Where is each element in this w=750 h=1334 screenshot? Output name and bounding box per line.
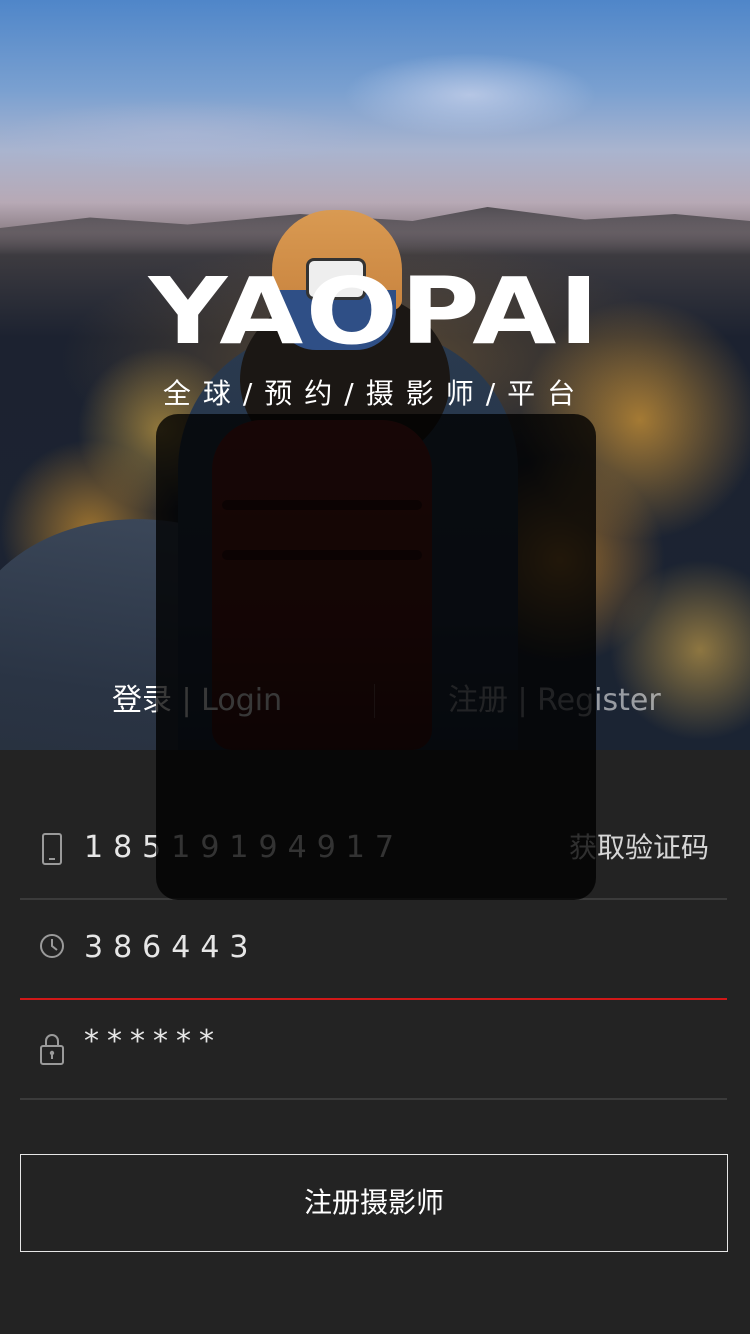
register-screen: YAOPAI 全球/预约/摄影师/平台 登录 | Login 注册 | Regi…: [0, 0, 750, 1334]
clock-icon: [38, 932, 66, 966]
phone-icon: [38, 832, 66, 866]
lock-icon: [38, 1032, 66, 1066]
register-photographer-button[interactable]: 注册摄影师: [20, 1154, 728, 1252]
verification-code-field[interactable]: 386443: [20, 898, 727, 1000]
verification-code-input[interactable]: 386443: [84, 898, 259, 998]
brand-logo: YAOPAI: [148, 258, 602, 365]
password-field[interactable]: ******: [20, 998, 727, 1100]
loading-overlay: [156, 414, 596, 900]
password-input[interactable]: ******: [84, 992, 222, 1092]
brand-tagline: 全球/预约/摄影师/平台: [162, 377, 588, 410]
